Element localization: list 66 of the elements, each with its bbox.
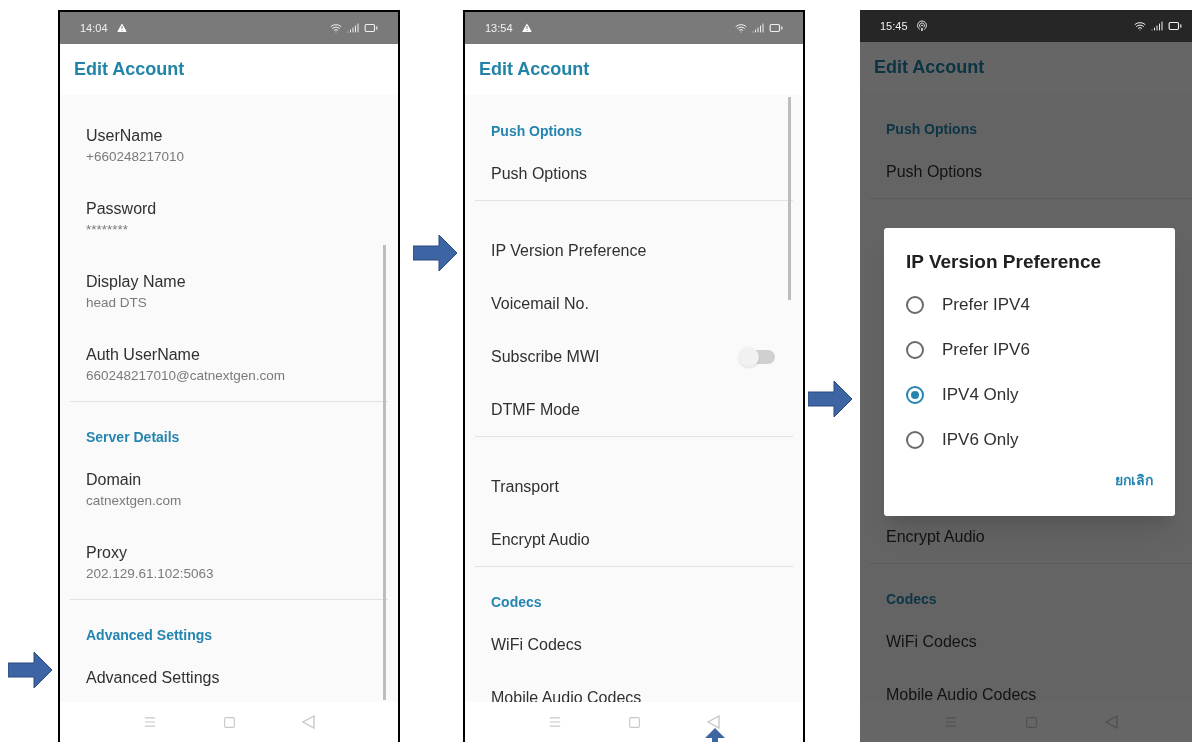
home-icon[interactable] [223,715,236,729]
section-header: Advanced Settings [86,627,213,643]
setting-item[interactable]: DTMF Mode [465,383,803,436]
cancel-button[interactable]: ยกเลิก [1115,470,1153,491]
wifi-icon [1134,20,1146,32]
toggle-switch[interactable] [741,349,775,364]
setting-label: Domain [86,469,143,490]
setting-item[interactable]: IP Version Preference [465,224,803,277]
status-time: 13:54 [485,20,513,36]
setting-item[interactable]: Mobile Audio Codecs [465,671,803,702]
signal-icon [1151,20,1163,32]
back-icon[interactable] [302,715,315,729]
setting-value: 202.129.61.102:5063 [86,564,215,583]
setting-item[interactable]: Encrypt Audio [465,513,803,566]
back-icon[interactable] [707,715,720,729]
setting-value: ******** [86,220,130,239]
menu-icon[interactable] [548,715,562,729]
setting-value: catnextgen.com [86,491,183,510]
section-header: Codecs [491,594,542,610]
app-title: Edit Account [74,58,185,81]
setting-label: Proxy [86,542,128,563]
app-title: Edit Account [479,58,590,81]
battery-icon [769,21,783,35]
section-header: Server Details [86,429,180,445]
setting-value: head DTS [86,293,148,312]
setting-value: +660248217010 [86,147,185,166]
signal-icon [347,22,359,34]
radio-button[interactable] [906,385,924,404]
setting-item[interactable]: Domain catnextgen.com [60,453,398,526]
setting-item[interactable]: UserName +660248217010 [60,109,398,182]
setting-item[interactable]: Advanced Settings [60,651,398,702]
setting-label: Display Name [86,271,187,292]
battery-icon [364,21,378,35]
radio-button[interactable] [906,340,924,359]
home-icon[interactable] [628,715,641,729]
setting-item[interactable]: WiFi Codecs [465,618,803,671]
section-header: Push Options [886,121,977,137]
battery-icon [1168,19,1182,33]
menu-icon[interactable] [143,715,157,729]
status-time: 14:04 [80,20,108,36]
radio-option[interactable]: IPV4 Only [906,372,1153,417]
setting-item[interactable]: Voicemail No. [465,277,803,330]
status-time: 15:45 [880,18,908,34]
setting-item[interactable]: Transport [465,460,803,513]
dialog-title: IP Version Preference [906,250,1103,274]
setting-item[interactable]: Auth UserName 660248217010@catnextgen.com [60,328,398,401]
radio-option[interactable]: IPV6 Only [906,417,1153,462]
section-header: Codecs [886,591,937,607]
setting-item[interactable]: Push Options [465,147,803,200]
radio-option[interactable]: Prefer IPV4 [906,282,1153,327]
app-title: Edit Account [874,56,985,79]
setting-label: Auth UserName [86,344,201,365]
setting-item[interactable]: Display Name head DTS [60,255,398,328]
signal-icon [752,22,764,34]
wifi-icon [735,22,747,34]
section-header: Push Options [491,123,582,139]
setting-label: Subscribe MWI [491,346,600,367]
radio-option[interactable]: Prefer IPV6 [906,327,1153,372]
setting-item[interactable]: Proxy 202.129.61.102:5063 [60,526,398,599]
setting-label: Password [86,198,158,219]
setting-label: UserName [86,125,164,146]
radio-button[interactable] [906,295,924,314]
setting-value: 660248217010@catnextgen.com [86,366,287,385]
radio-button[interactable] [906,430,924,449]
setting-item[interactable]: Password ******** [60,182,398,255]
wifi-icon [330,22,342,34]
